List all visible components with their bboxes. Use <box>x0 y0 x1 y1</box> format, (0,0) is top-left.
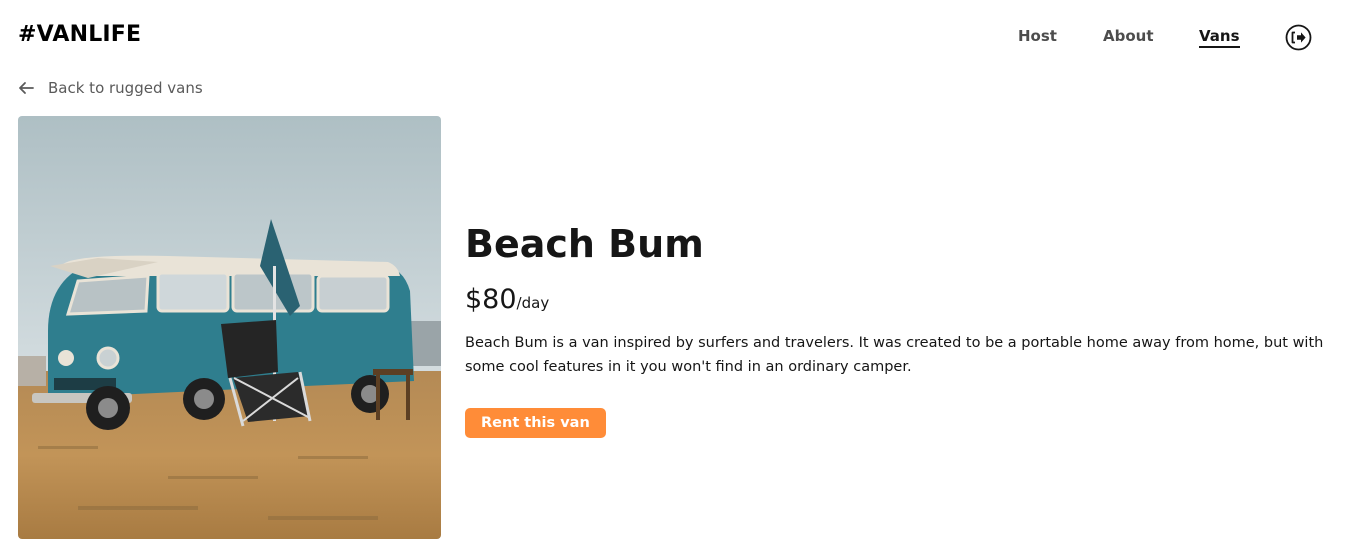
nav-link-about[interactable]: About <box>1103 27 1154 45</box>
van-photo <box>18 116 441 539</box>
back-to-vans-link[interactable]: Back to rugged vans <box>18 79 203 97</box>
van-price: $80 <box>465 284 517 315</box>
back-link-label: Back to rugged vans <box>48 79 203 97</box>
van-name: Beach Bum <box>465 222 704 266</box>
van-details: Beach Bum $80/day Beach Bum is a van ins… <box>465 222 1325 438</box>
site-header: #VANLIFE Host About Vans <box>0 0 1354 72</box>
price-row: $80/day <box>465 284 1325 315</box>
price-unit: /day <box>516 294 550 312</box>
arrow-left-icon <box>19 82 34 94</box>
van-description: Beach Bum is a van inspired by surfers a… <box>465 335 1324 375</box>
logo-link[interactable]: #VANLIFE <box>18 22 141 47</box>
nav-link-host[interactable]: Host <box>1018 27 1057 45</box>
logout-icon[interactable] <box>1285 24 1312 51</box>
rent-van-button[interactable]: Rent this van <box>465 407 606 438</box>
nav-link-vans[interactable]: Vans <box>1199 27 1240 48</box>
